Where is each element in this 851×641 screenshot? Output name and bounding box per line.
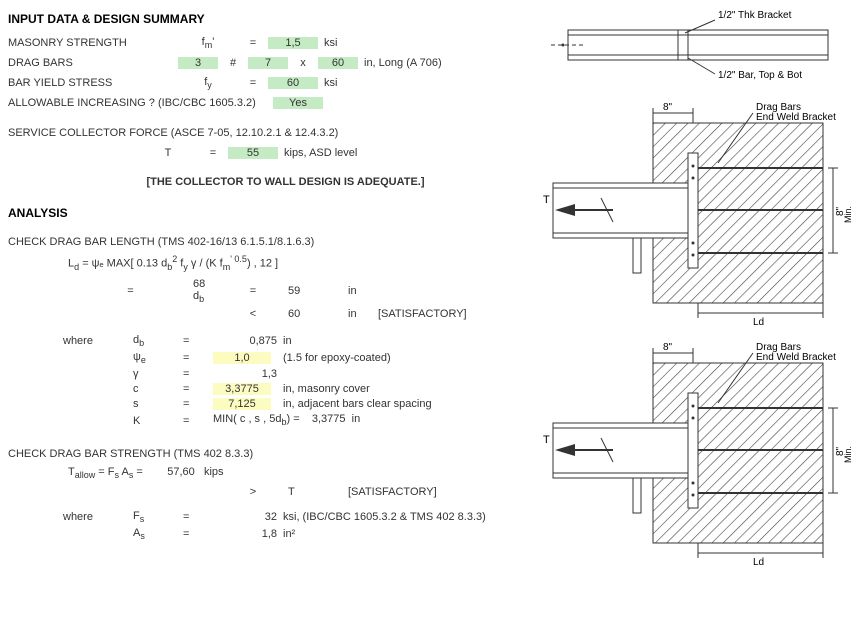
heading-analysis: ANALYSIS [8,206,523,220]
s-value[interactable]: 7,125 [213,398,271,410]
strength-result: > T [SATISFACTORY] [68,486,523,498]
force-value[interactable]: 55 [228,147,278,159]
psi-value[interactable]: 1,0 [213,352,271,364]
length-result-2: < 60 in [SATISFACTORY] [68,308,523,320]
strength-where-table: where Fs = 32 ksi, (IBC/CBC 1605.3.2 & T… [63,510,523,541]
svg-text:T: T [543,194,550,206]
svg-text:End Weld Bracket: End Weld Bracket [756,352,836,363]
svg-text:1/2" Bar, Top & Bot: 1/2" Bar, Top & Bot [718,70,802,81]
svg-text:1/2" Thk Bracket: 1/2" Thk Bracket [718,10,792,21]
allowable-value[interactable]: Yes [273,97,323,109]
force-symbol: T [138,147,198,159]
length-result-1: = 68 db = 59 in [68,278,523,304]
drag-len[interactable]: 60 [318,57,358,69]
length-where-table: where db = 0,875 in ψe = 1,0 (1.5 for ep… [63,334,523,428]
length-formula: Ld = ψₑ MAX[ 0.13 db2 fy γ / (K fm' 0.5)… [68,254,523,272]
allowable-label: ALLOWABLE INCREASING ? (IBC/CBC 1605.3.2… [8,97,273,109]
yield-unit: ksi [324,77,337,89]
svg-text:End Weld Bracket: End Weld Bracket [756,112,836,123]
yield-value[interactable]: 60 [268,77,318,89]
drag-x: x [288,57,318,69]
row-yield: BAR YIELD STRESS fy = 60 ksi [8,74,523,92]
adequate-note: [THE COLLECTOR TO WALL DESIGN IS ADEQUAT… [48,176,523,188]
strength-formula: Tallow = Fs As = 57,60 kips [68,466,523,480]
masonry-value[interactable]: 1,5 [268,37,318,49]
svg-text:8": 8" [663,102,673,113]
masonry-symbol: fm' [178,36,238,50]
heading-input: INPUT DATA & DESIGN SUMMARY [8,12,523,26]
row-force-label: SERVICE COLLECTOR FORCE (ASCE 7-05, 12.1… [8,124,523,142]
length-title: CHECK DRAG BAR LENGTH (TMS 402-16/13 6.1… [8,236,523,248]
where-label: where [63,335,133,347]
strength-title: CHECK DRAG BAR STRENGTH (TMS 402 8.3.3) [8,448,523,460]
svg-text:8": 8" [663,342,673,353]
drag-hash: # [218,57,248,69]
svg-text:Ld: Ld [753,557,764,568]
diagram-elevation-2: 8" Drag Bars End Weld Bracket T 8" Min. [543,338,851,568]
force-label: SERVICE COLLECTOR FORCE (ASCE 7-05, 12.1… [8,127,338,139]
svg-text:T: T [543,434,550,446]
force-unit: kips, ASD level [284,147,357,159]
drag-qty[interactable]: 3 [178,57,218,69]
eq-sign: = [238,77,268,89]
diagram-bracket: 1/2" Thk Bracket 1/2" Bar, Top & Bot [543,8,843,88]
diagram-elevation-1: 8" Drag Bars End Weld Bracket T [543,98,851,328]
drag-label: DRAG BARS [8,57,178,69]
svg-text:Min.: Min. [843,446,851,463]
row-force-value: T = 55 kips, ASD level [138,144,523,162]
yield-symbol: fy [178,76,238,90]
c-value[interactable]: 3,3775 [213,383,271,395]
masonry-label: MASONRY STRENGTH [8,37,178,49]
eq-sign: = [238,37,268,49]
row-allowable: ALLOWABLE INCREASING ? (IBC/CBC 1605.3.2… [8,94,523,112]
svg-text:Ld: Ld [753,317,764,328]
row-drag-bars: DRAG BARS 3 # 7 x 60 in, Long (A 706) [8,54,523,72]
row-masonry: MASONRY STRENGTH fm' = 1,5 ksi [8,34,523,52]
masonry-unit: ksi [324,37,337,49]
eq-sign: = [198,147,228,159]
where-label: where [63,511,133,523]
drag-size[interactable]: 7 [248,57,288,69]
drag-unit: in, Long (A 706) [364,57,442,69]
yield-label: BAR YIELD STRESS [8,77,178,89]
svg-text:Min.: Min. [843,206,851,223]
